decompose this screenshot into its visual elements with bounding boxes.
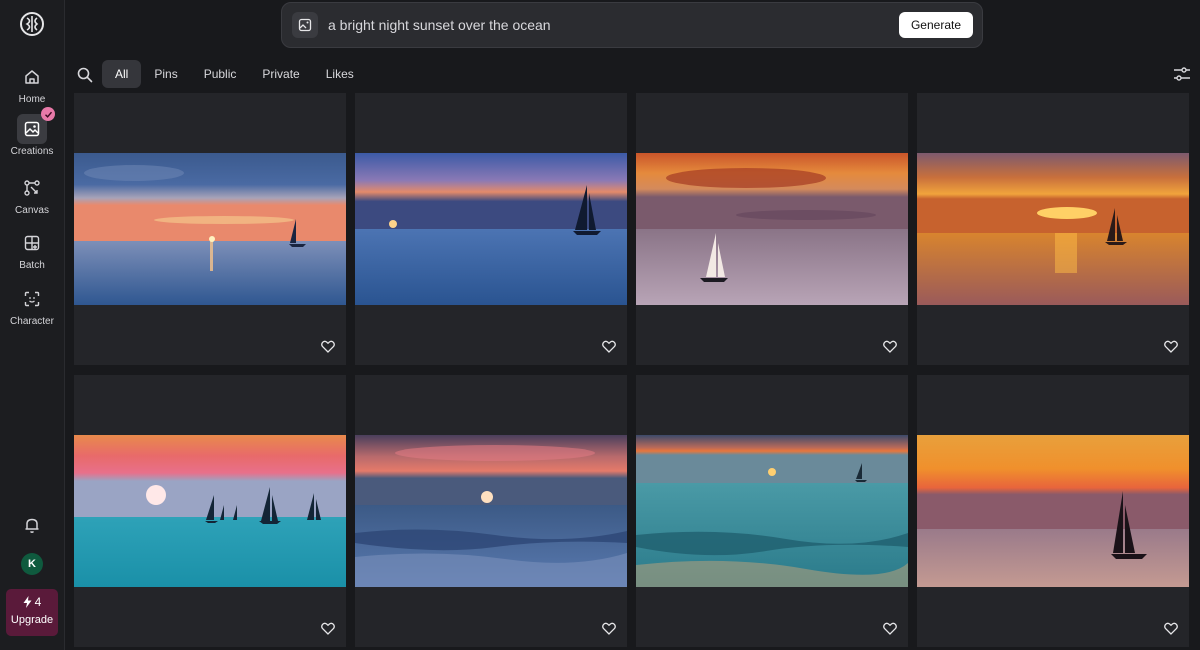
check-badge-icon	[41, 107, 55, 121]
creation-image[interactable]	[636, 153, 908, 305]
sidebar-item-label: Canvas	[15, 205, 49, 216]
sidebar-item-label: Character	[10, 316, 54, 327]
sidebar-item-label: Home	[18, 94, 46, 105]
creation-image[interactable]	[917, 435, 1189, 587]
creation-card[interactable]	[636, 375, 908, 647]
tab-likes[interactable]: Likes	[313, 60, 367, 88]
tab-all[interactable]: All	[102, 60, 142, 88]
credits-count: 4	[6, 595, 58, 609]
heart-icon[interactable]	[321, 340, 335, 353]
sidebar-item-home[interactable]: Home	[0, 62, 64, 105]
creation-card[interactable]	[355, 93, 627, 365]
prompt-bar: a bright night sunset over the ocean Gen…	[281, 2, 983, 48]
creation-image[interactable]	[74, 435, 346, 587]
sidebar-item-character[interactable]: Character	[0, 284, 64, 327]
creation-image[interactable]	[917, 153, 1189, 305]
tab-pins[interactable]: Pins	[141, 60, 190, 88]
sliders-icon[interactable]	[1173, 66, 1191, 82]
image-gallery-icon	[17, 107, 55, 144]
sidebar-item-creations[interactable]: Creations	[0, 107, 64, 157]
credits-value: 4	[34, 595, 42, 609]
creation-card[interactable]	[917, 375, 1189, 647]
creations-grid	[74, 93, 1191, 647]
creation-card[interactable]	[636, 93, 908, 365]
home-icon	[17, 62, 47, 92]
heart-icon[interactable]	[1164, 340, 1178, 353]
heart-icon[interactable]	[883, 340, 897, 353]
bell-icon[interactable]	[22, 515, 42, 535]
creation-card[interactable]	[917, 93, 1189, 365]
generate-button[interactable]: Generate	[899, 12, 973, 38]
heart-icon[interactable]	[602, 622, 616, 635]
creation-card[interactable]	[355, 375, 627, 647]
canvas-nodes-icon	[17, 173, 47, 203]
creation-card[interactable]	[74, 93, 346, 365]
avatar[interactable]: K	[21, 553, 43, 575]
sidebar-item-label: Batch	[19, 260, 45, 271]
heart-icon[interactable]	[1164, 622, 1178, 635]
creation-image[interactable]	[355, 435, 627, 587]
sidebar-item-batch[interactable]: Batch	[0, 228, 64, 271]
tab-public[interactable]: Public	[191, 60, 250, 88]
upgrade-button[interactable]: 4 Upgrade	[6, 589, 58, 636]
creation-card[interactable]	[74, 375, 346, 647]
brain-logo-icon[interactable]	[18, 10, 46, 38]
prompt-input[interactable]: a bright night sunset over the ocean	[328, 17, 551, 33]
creation-image[interactable]	[636, 435, 908, 587]
avatar-initial: K	[28, 558, 36, 570]
heart-icon[interactable]	[321, 622, 335, 635]
sidebar-item-label: Creations	[10, 146, 54, 157]
heart-icon[interactable]	[883, 622, 897, 635]
upgrade-label: Upgrade	[10, 614, 54, 626]
search-icon[interactable]	[76, 66, 94, 84]
image-prompt-icon[interactable]	[292, 12, 318, 38]
batch-grid-icon	[17, 228, 47, 258]
sidebar-item-canvas[interactable]: Canvas	[0, 173, 64, 216]
tab-private[interactable]: Private	[249, 60, 312, 88]
face-scan-icon	[17, 284, 47, 314]
lightning-icon	[23, 596, 32, 608]
heart-icon[interactable]	[602, 340, 616, 353]
creation-image[interactable]	[355, 153, 627, 305]
filter-tabs: All Pins Public Private Likes	[102, 60, 367, 88]
sidebar: Home Creations Canvas Batch Character K	[0, 0, 65, 650]
creation-image[interactable]	[74, 153, 346, 305]
